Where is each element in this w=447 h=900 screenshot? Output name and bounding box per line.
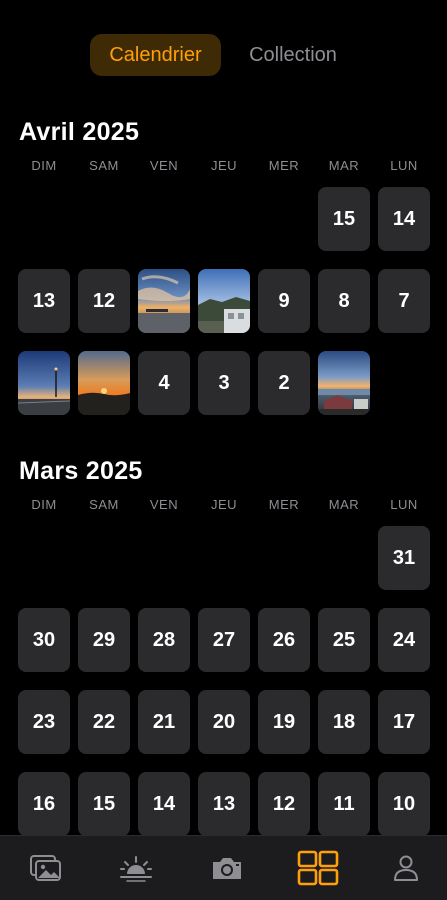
weekday-label: MAR <box>328 158 360 173</box>
day-cell[interactable]: 29 <box>78 608 130 672</box>
weekday-label: SAM <box>89 497 119 512</box>
day-cell[interactable]: 16 <box>18 772 70 836</box>
day-cell[interactable]: 22 <box>78 690 130 754</box>
tab-grid[interactable] <box>292 846 344 890</box>
day-cell[interactable]: 23 <box>18 690 70 754</box>
day-cell[interactable]: 8 <box>318 269 370 333</box>
day-cell[interactable]: 19 <box>258 690 310 754</box>
day-cell[interactable]: 21 <box>138 690 190 754</box>
weekday-label: JEU <box>210 497 238 512</box>
camera-icon <box>213 858 241 879</box>
day-cell[interactable]: 3 <box>198 351 250 415</box>
month-title: Mars 2025 <box>19 457 143 485</box>
day-cell-photo[interactable] <box>138 269 190 333</box>
weekday-label: LUN <box>390 497 418 512</box>
day-cell[interactable]: 31 <box>378 526 430 590</box>
photos-icon <box>30 855 61 881</box>
profile-icon <box>394 855 418 881</box>
day-cell[interactable]: 4 <box>138 351 190 415</box>
weekday-label: VEN <box>149 497 179 512</box>
grid-icon <box>297 850 339 886</box>
photo-thumbnail <box>18 351 70 415</box>
tab-sunrise[interactable] <box>110 846 162 890</box>
day-cell[interactable]: 26 <box>258 608 310 672</box>
day-cell[interactable]: 10 <box>378 772 430 836</box>
day-cell[interactable]: 14 <box>378 187 430 251</box>
day-cell[interactable]: 20 <box>198 690 250 754</box>
day-cell[interactable]: 30 <box>18 608 70 672</box>
day-cell[interactable]: 24 <box>378 608 430 672</box>
day-cell-photo[interactable] <box>198 269 250 333</box>
day-cell-photo[interactable] <box>318 351 370 415</box>
day-cell[interactable]: 12 <box>258 772 310 836</box>
tab-profile[interactable] <box>380 846 432 890</box>
weekday-label: MAR <box>328 497 360 512</box>
weekday-label: VEN <box>149 158 179 173</box>
day-cell-photo[interactable] <box>18 351 70 415</box>
weekday-header: DIM SAM VEN JEU MER MAR LUN <box>0 158 447 176</box>
weekday-header: DIM SAM VEN JEU MER MAR LUN <box>0 497 447 515</box>
sunrise-icon <box>120 856 152 882</box>
day-cell[interactable]: 17 <box>378 690 430 754</box>
day-cell[interactable]: 13 <box>198 772 250 836</box>
day-cell[interactable]: 13 <box>18 269 70 333</box>
day-cell[interactable]: 12 <box>78 269 130 333</box>
day-cell[interactable]: 28 <box>138 608 190 672</box>
weekday-label: JEU <box>210 158 238 173</box>
day-cell[interactable]: 18 <box>318 690 370 754</box>
month-section: Avril 2025 DIM SAM VEN JEU MER MAR LUN 15 14 13 12 <box>0 118 447 433</box>
day-cell[interactable]: 11 <box>318 772 370 836</box>
day-cell[interactable]: 15 <box>78 772 130 836</box>
app-root: Calendrier Collection Avril 2025 DIM SAM VE… <box>0 0 447 900</box>
photo-thumbnail <box>138 269 190 333</box>
day-cell[interactable]: 2 <box>258 351 310 415</box>
day-cell[interactable]: 9 <box>258 269 310 333</box>
weekday-label: DIM <box>31 158 57 173</box>
view-switcher: Calendrier Collection <box>0 34 447 76</box>
weekday-label: MER <box>268 158 300 173</box>
photo-thumbnail <box>198 269 250 333</box>
weekday-label: LUN <box>390 158 418 173</box>
month-title: Avril 2025 <box>19 118 140 146</box>
tab-calendar[interactable]: Calendrier <box>90 34 221 76</box>
day-cell[interactable]: 7 <box>378 269 430 333</box>
weekday-label: DIM <box>31 497 57 512</box>
day-cell[interactable]: 15 <box>318 187 370 251</box>
photo-thumbnail <box>78 351 130 415</box>
day-cell-photo[interactable] <box>78 351 130 415</box>
day-cell[interactable]: 27 <box>198 608 250 672</box>
tab-camera[interactable] <box>201 846 253 890</box>
day-cell[interactable]: 25 <box>318 608 370 672</box>
month-section: Mars 2025 DIM SAM VEN JEU MER MAR LUN 31 30 29 28 27… <box>0 457 447 854</box>
weekday-label: MER <box>268 497 300 512</box>
bottom-tab-bar <box>0 835 447 900</box>
day-cell[interactable]: 14 <box>138 772 190 836</box>
tab-photos[interactable] <box>20 846 72 890</box>
photo-thumbnail <box>318 351 370 415</box>
tab-collection[interactable]: Collection <box>232 34 354 76</box>
weekday-label: SAM <box>89 158 119 173</box>
